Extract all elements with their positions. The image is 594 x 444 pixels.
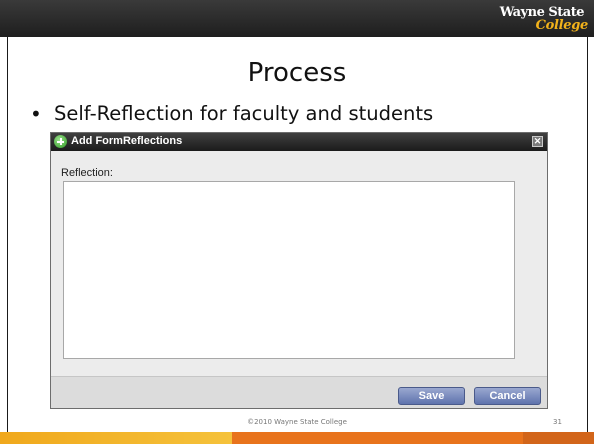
dialog-footer [51, 377, 547, 408]
copyright-text: ©2010 Wayne State College [247, 418, 347, 426]
wayne-state-logo: Wayne State College [500, 3, 589, 35]
reflection-textarea[interactable] [63, 181, 515, 359]
logo-line-2: College [535, 18, 589, 33]
dialog-title-bar[interactable]: Add FormReflections ✕ [51, 133, 547, 151]
left-border-line [7, 37, 8, 432]
bottom-color-bar [0, 432, 594, 444]
bottom-bar-gold [0, 432, 232, 444]
close-icon[interactable]: ✕ [532, 136, 543, 147]
save-button[interactable]: Save [398, 387, 465, 405]
add-icon [54, 135, 67, 148]
bullet-text: Self-Reflection for faculty and students [54, 102, 434, 125]
add-form-reflections-dialog: Add FormReflections ✕ Reflection: Save C… [50, 132, 548, 409]
slide: Wayne State College Process • Self-Refle… [0, 0, 594, 444]
dialog-title: Add FormReflections [71, 135, 183, 147]
top-bar: Wayne State College [0, 0, 594, 37]
right-border-line [587, 37, 588, 432]
cancel-button[interactable]: Cancel [474, 387, 541, 405]
page-number: 31 [553, 418, 562, 426]
reflection-label: Reflection: [61, 167, 113, 179]
slide-title: Process [247, 58, 347, 88]
bottom-bar-orange [232, 432, 523, 444]
bottom-bar-dark-orange [523, 432, 594, 444]
bullet-icon: • [30, 102, 42, 126]
